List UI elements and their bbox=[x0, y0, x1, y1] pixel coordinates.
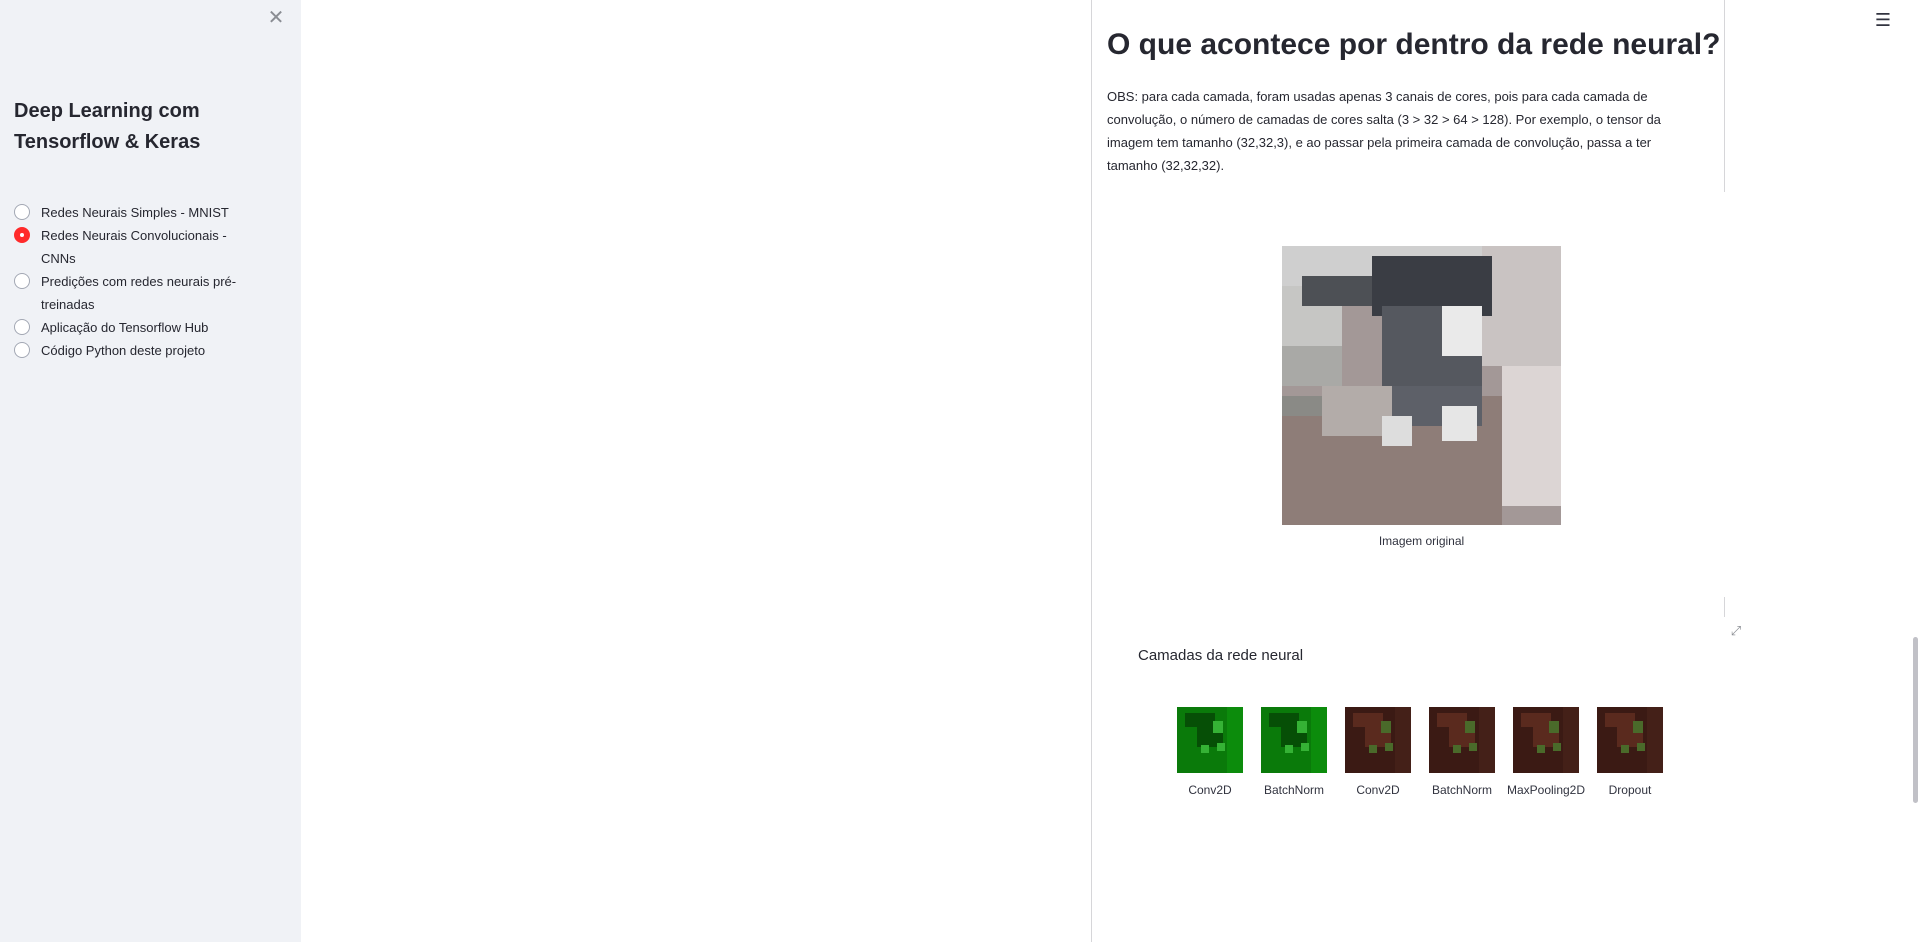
main-content: ☰ O que acontece por dentro da rede neur… bbox=[301, 0, 1919, 942]
sidebar: ✕ Deep Learning com Tensorflow & Keras R… bbox=[0, 0, 301, 942]
nav-radio-option[interactable]: Aplicação do Tensorflow Hub bbox=[14, 316, 284, 339]
layer-caption: BatchNorm bbox=[1263, 783, 1325, 797]
layer-activation-image bbox=[1429, 707, 1495, 773]
radio-unchecked-icon[interactable] bbox=[14, 319, 30, 335]
radio-unchecked-icon[interactable] bbox=[14, 342, 30, 358]
column-divider-right-lower bbox=[1724, 597, 1725, 617]
column-divider-right bbox=[1724, 0, 1725, 192]
obs-paragraph: OBS: para cada camada, foram usadas apen… bbox=[1107, 89, 1661, 173]
layer-thumbnail: MaxPooling2D bbox=[1507, 707, 1585, 797]
nav-radio-label: Redes Neurais Convolucionais - CNNs bbox=[41, 228, 227, 266]
layer-activation-image bbox=[1345, 707, 1411, 773]
close-icon[interactable]: ✕ bbox=[266, 8, 286, 28]
layer-thumbnail: Conv2D bbox=[1176, 707, 1244, 797]
layer-activation-image bbox=[1261, 707, 1327, 773]
layer-caption: Conv2D bbox=[1356, 783, 1400, 797]
nav-radio-group: Redes Neurais Simples - MNIST Redes Neura… bbox=[14, 201, 284, 362]
column-divider-left bbox=[1091, 0, 1092, 942]
nav-radio-label: Código Python deste projeto bbox=[41, 343, 206, 358]
original-cat-image bbox=[1282, 246, 1561, 525]
layer-thumbnail: BatchNorm bbox=[1260, 707, 1328, 797]
streamlit-app: ✕ Deep Learning com Tensorflow & Keras R… bbox=[0, 0, 1919, 942]
original-image-figure: Imagem original bbox=[1282, 246, 1561, 548]
layer-activation-image bbox=[1597, 707, 1663, 773]
radio-unchecked-icon[interactable] bbox=[14, 273, 30, 289]
original-image-caption: Imagem original bbox=[1378, 534, 1465, 548]
nav-radio-option[interactable]: Predições com redes neurais pré-treinada… bbox=[14, 270, 284, 316]
layer-caption: Conv2D bbox=[1188, 783, 1232, 797]
layer-caption: BatchNorm bbox=[1431, 783, 1493, 797]
layer-thumbnail: BatchNorm bbox=[1428, 707, 1496, 797]
nav-radio-label: Redes Neurais Simples - MNIST bbox=[41, 205, 229, 220]
sidebar-title: Deep Learning com Tensorflow & Keras bbox=[14, 100, 201, 153]
radio-unchecked-icon[interactable] bbox=[14, 204, 30, 220]
layers-row: Conv2D BatchNorm Conv2D BatchNorm MaxPooling… bbox=[1176, 707, 1664, 797]
nav-radio-option[interactable]: Redes Neurais Convolucionais - CNNs bbox=[14, 224, 284, 270]
nav-radio-label: Predições com redes neurais pré-treinada… bbox=[41, 274, 237, 312]
layer-thumbnail: Conv2D bbox=[1344, 707, 1412, 797]
radio-checked-icon[interactable] bbox=[14, 227, 30, 243]
layer-activation-image bbox=[1513, 707, 1579, 773]
hamburger-menu-icon[interactable]: ☰ bbox=[1873, 10, 1893, 30]
fullscreen-expand-icon[interactable]: ⤢ bbox=[1729, 624, 1743, 638]
cat-pixel-art bbox=[1282, 246, 1561, 525]
layer-caption: Dropout bbox=[1608, 783, 1652, 797]
layer-caption: MaxPooling2D bbox=[1506, 783, 1586, 797]
scrollbar-thumb[interactable] bbox=[1913, 637, 1918, 803]
layer-thumbnail: Dropout bbox=[1596, 707, 1664, 797]
scrollbar[interactable] bbox=[1911, 0, 1919, 942]
layer-activation-image bbox=[1177, 707, 1243, 773]
nav-radio-option[interactable]: Código Python deste projeto bbox=[14, 339, 284, 362]
layers-title: Camadas da rede neural bbox=[1138, 647, 1304, 664]
nav-radio-option[interactable]: Redes Neurais Simples - MNIST bbox=[14, 201, 284, 224]
page-title: O que acontece por dentro da rede neural… bbox=[1107, 28, 1721, 61]
nav-radio-label: Aplicação do Tensorflow Hub bbox=[41, 320, 209, 335]
